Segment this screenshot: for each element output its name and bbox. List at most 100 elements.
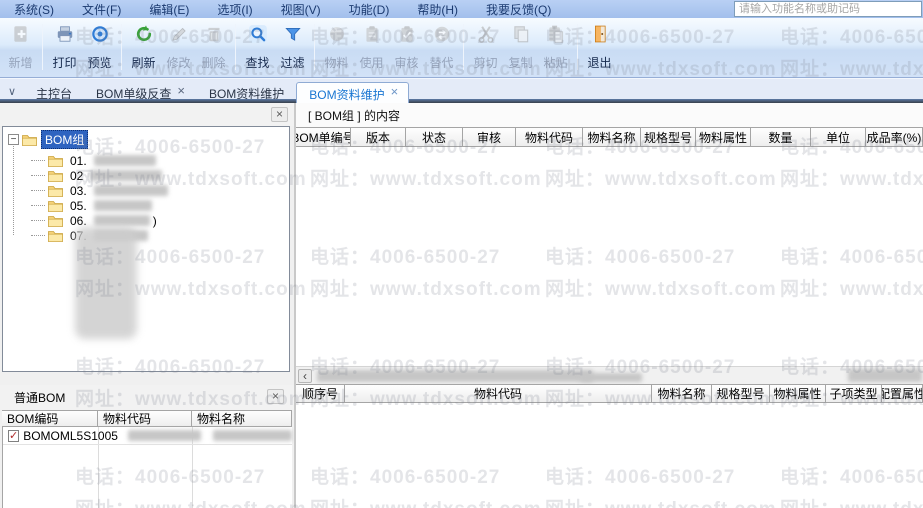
column-header-material-attr[interactable]: 物料属性	[770, 384, 826, 403]
tab-bom-reverse-lookup[interactable]: BOM单级反查 ×	[84, 82, 195, 103]
menu-file[interactable]: 文件(F)	[68, 0, 135, 19]
search-icon	[248, 24, 268, 44]
menu-edit[interactable]: 编辑(E)	[135, 0, 203, 19]
menu-feedback[interactable]: 我要反馈(Q)	[472, 0, 565, 19]
bom-code-cell: BOMOML5S1005	[23, 429, 118, 443]
copy-icon	[511, 24, 531, 44]
audit-icon	[397, 24, 417, 44]
column-header-material-code[interactable]: 物料代码	[516, 127, 583, 147]
usage-icon	[362, 24, 382, 44]
filter-button[interactable]: 过滤	[275, 22, 310, 72]
cut-button[interactable]: 剪切	[468, 22, 503, 72]
tree-node-03[interactable]: 03.	[3, 183, 168, 198]
tree-root-label[interactable]: BOM组	[41, 130, 88, 149]
column-header-sequence-no[interactable]: 顺序号	[296, 384, 345, 403]
tab-label: BOM资料维护	[209, 85, 284, 102]
column-header-material-attr[interactable]: 物料属性	[696, 127, 751, 147]
function-search-input[interactable]	[734, 1, 922, 17]
horizontal-scrollbar[interactable]: ‹	[296, 366, 923, 384]
exit-button[interactable]: 退出	[582, 22, 617, 72]
scroll-left-icon[interactable]: ‹	[298, 369, 312, 383]
table-row[interactable]: ✓ BOMOML5S1005	[3, 427, 292, 445]
column-header-version[interactable]: 版本	[351, 127, 406, 147]
column-header-config-attr[interactable]: 配置属性	[882, 384, 923, 403]
tree-node-02[interactable]: 02	[3, 168, 162, 183]
folder-icon	[47, 214, 64, 227]
bom-detail-table-body	[296, 403, 923, 508]
column-header-spec-model[interactable]: 规格型号	[641, 127, 696, 147]
add-button[interactable]: 新增	[3, 22, 38, 72]
tree-node-label: 02	[67, 169, 86, 183]
redacted-text	[94, 215, 150, 226]
row-checkbox[interactable]: ✓	[8, 430, 19, 442]
column-header-spec-model[interactable]: 规格型号	[712, 384, 770, 403]
substitute-button[interactable]: 替代	[424, 22, 459, 72]
menu-system[interactable]: 系统(S)	[0, 0, 68, 19]
redacted-blob	[580, 373, 642, 382]
column-header-material-code[interactable]: 物料代码	[98, 410, 192, 427]
material-button[interactable]: 物料	[319, 22, 354, 72]
refresh-button[interactable]: 刷新	[126, 22, 161, 72]
column-header-yield-rate[interactable]: 成品率(%)	[866, 127, 923, 147]
tab-label: 主控台	[36, 85, 72, 102]
column-header-bom-code[interactable]: BOM编码	[2, 410, 98, 427]
bom-content-title: [ BOM组 ] 的内容	[296, 103, 923, 127]
delete-button[interactable]: 删除	[196, 22, 231, 72]
modify-button[interactable]: 修改	[161, 22, 196, 72]
tab-bom-maintenance-2-active[interactable]: BOM资料维护 ×	[296, 82, 409, 103]
column-header-material-name[interactable]: 物料名称	[652, 384, 712, 403]
menu-options[interactable]: 选项(I)	[203, 0, 266, 19]
usage-button[interactable]: 使用	[354, 22, 389, 72]
column-header-material-name[interactable]: 物料名称	[583, 127, 641, 147]
column-header-bom-no[interactable]: BOM单编号	[296, 127, 351, 147]
menu-view[interactable]: 视图(V)	[267, 0, 335, 19]
exit-door-icon	[590, 24, 610, 44]
menu-help[interactable]: 帮助(H)	[403, 0, 472, 19]
audit-button[interactable]: 审核	[389, 22, 424, 72]
find-button[interactable]: 查找	[240, 22, 275, 72]
menu-function[interactable]: 功能(D)	[335, 0, 404, 19]
redacted-text	[94, 155, 156, 166]
redacted-text	[94, 185, 168, 196]
redacted-cell	[213, 430, 292, 441]
paste-button[interactable]: 粘贴	[538, 22, 573, 72]
copy-button[interactable]: 复制	[503, 22, 538, 72]
toolbar-separator	[463, 24, 464, 70]
bom-list-table-header: BOM单编号 版本 状态 审核 物料代码 物料名称 规格型号 物料属性 数量 单…	[296, 127, 923, 147]
tree-stub	[31, 220, 45, 221]
close-icon[interactable]: ×	[271, 107, 288, 122]
tree-node-label-suffix: )	[150, 214, 160, 228]
tree-collapse-icon[interactable]: −	[8, 134, 19, 145]
column-header-quantity[interactable]: 数量	[751, 127, 811, 147]
column-header-audit[interactable]: 审核	[463, 127, 516, 147]
column-header-unit[interactable]: 单位	[811, 127, 866, 147]
close-icon[interactable]: ×	[267, 389, 284, 404]
tree-node-05[interactable]: 05.	[3, 198, 152, 213]
folder-icon	[47, 199, 64, 212]
tree-root-node[interactable]: − BOM组	[3, 132, 88, 147]
substitute-icon	[432, 24, 452, 44]
tab-label: BOM资料维护	[309, 86, 384, 103]
tree-node-label: 03.	[67, 184, 90, 198]
column-header-material-code[interactable]: 物料代码	[345, 384, 652, 403]
tree-stub	[31, 190, 45, 191]
column-header-status[interactable]: 状态	[406, 127, 463, 147]
tab-main-console[interactable]: 主控台	[24, 82, 82, 103]
tree-node-06[interactable]: 06. )	[3, 213, 160, 228]
tree-node-label: 06.	[67, 214, 90, 228]
tab-close-icon[interactable]: ×	[177, 85, 185, 97]
tree-node-01[interactable]: 01.	[3, 153, 156, 168]
print-button[interactable]: 打印	[47, 22, 82, 72]
material-icon	[327, 24, 347, 44]
preview-icon	[90, 24, 110, 44]
column-header-material-name[interactable]: 物料名称	[192, 410, 292, 427]
toolbar-separator	[314, 24, 315, 70]
tab-bom-maintenance-1[interactable]: BOM资料维护	[197, 82, 294, 103]
redacted-text	[94, 200, 152, 211]
tab-close-icon[interactable]: ×	[391, 86, 399, 98]
bom-maintenance-window: 系统(S) 文件(F) 编辑(E) 选项(I) 视图(V) 功能(D) 帮助(H…	[0, 0, 923, 508]
toolbar: 新增 打印 预览 刷新 修改 删除 查找 过滤	[0, 18, 923, 78]
column-header-subitem-type[interactable]: 子项类型	[826, 384, 882, 403]
chevron-down-icon[interactable]: ∨	[0, 85, 24, 103]
preview-button[interactable]: 预览	[82, 22, 117, 72]
